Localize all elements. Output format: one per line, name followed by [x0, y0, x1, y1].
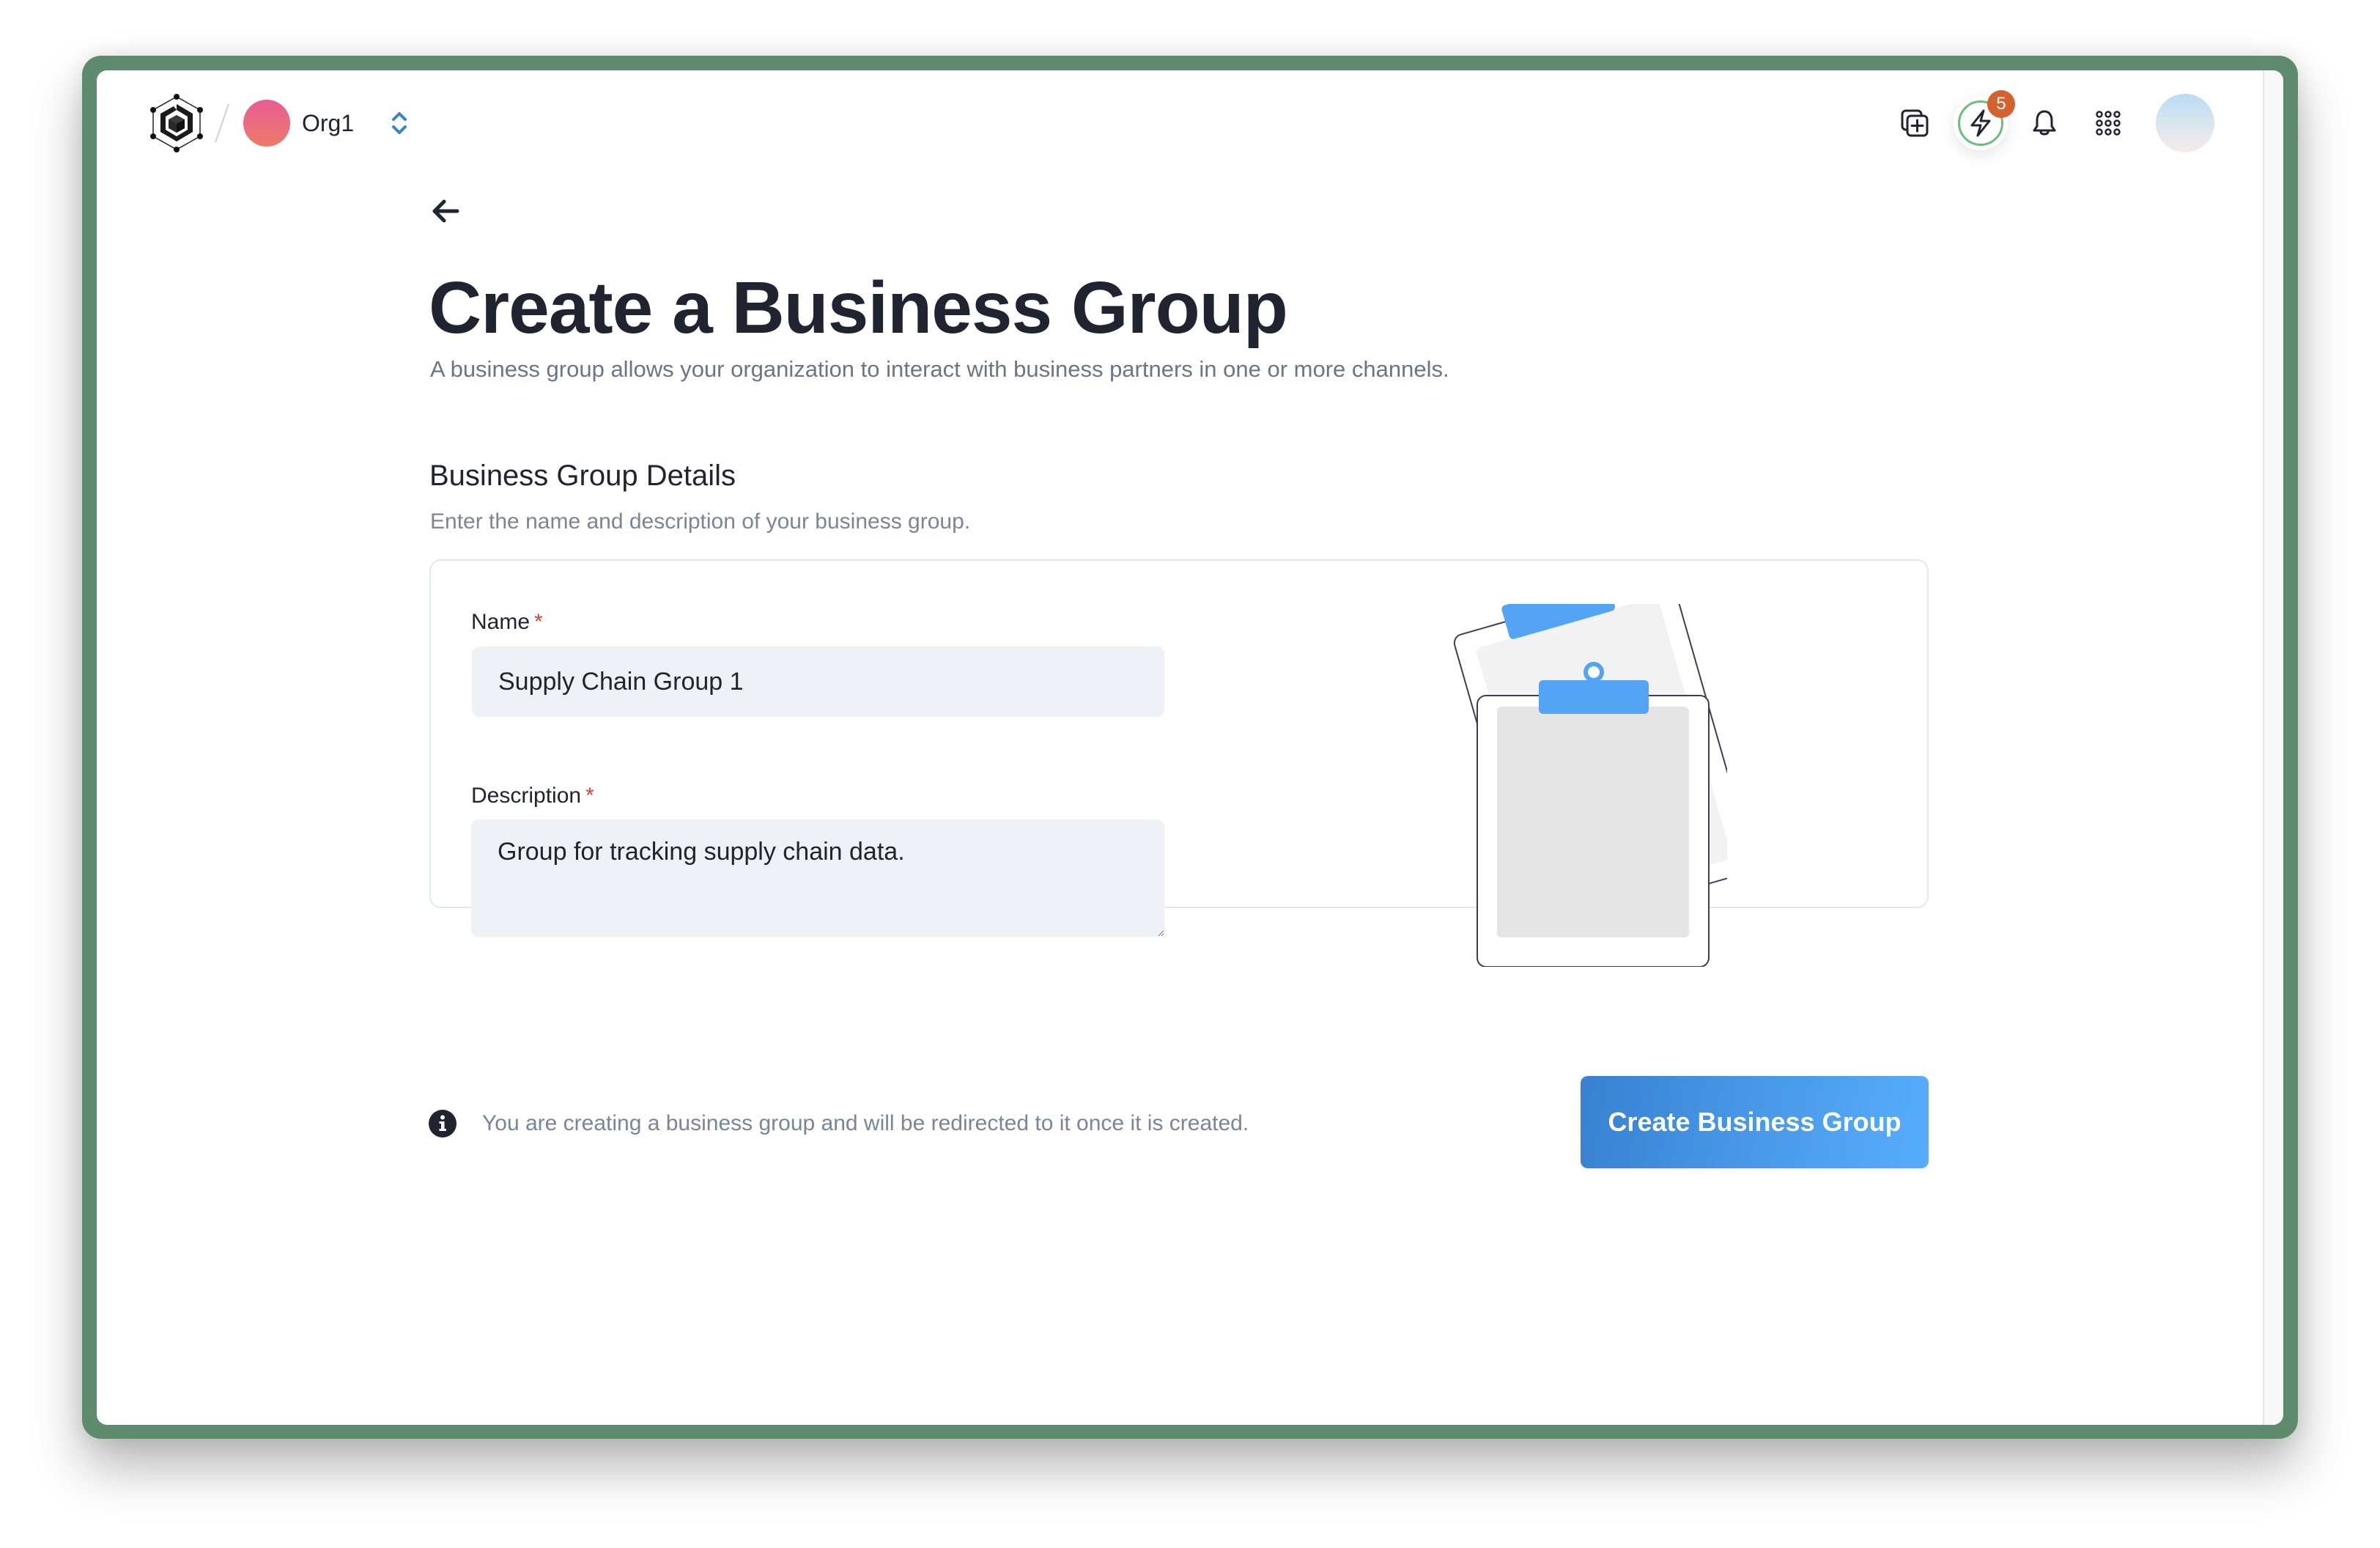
- description-textarea[interactable]: Group for tracking supply chain data.: [471, 819, 1164, 937]
- section-title: Business Group Details: [429, 460, 736, 492]
- org-name[interactable]: Org1: [302, 107, 354, 139]
- description-label-text: Description: [471, 784, 582, 808]
- name-label: Name *: [471, 608, 543, 636]
- notification-count-badge: 5: [1987, 90, 2015, 118]
- chevron-up-down-icon[interactable]: [390, 108, 409, 138]
- section-description: Enter the name and description of your b…: [430, 509, 971, 534]
- vertical-scrollbar[interactable]: [2263, 70, 2283, 1425]
- grid-dots-icon[interactable]: [2084, 99, 2132, 147]
- back-button[interactable]: [429, 196, 462, 226]
- required-mark: *: [585, 784, 594, 808]
- name-input[interactable]: [472, 646, 1164, 717]
- duplicate-plus-icon[interactable]: [1891, 99, 1939, 147]
- org-avatar[interactable]: [243, 100, 290, 147]
- info-circle-icon: [429, 1110, 457, 1138]
- description-label: Description *: [471, 782, 594, 810]
- clipboards-illustration: [1353, 575, 1754, 968]
- hexagon-cube-logo-icon[interactable]: [147, 94, 206, 152]
- name-label-text: Name: [471, 610, 531, 634]
- lightning-bolt-icon: [1970, 109, 1991, 137]
- required-mark: *: [534, 610, 543, 634]
- app-window: Org1 5 Create a Business Group A busines…: [97, 70, 2283, 1425]
- bell-icon[interactable]: [2020, 99, 2069, 147]
- create-business-group-button[interactable]: Create Business Group: [1581, 1076, 1929, 1168]
- user-avatar[interactable]: [2156, 94, 2214, 152]
- arrow-left-icon: [432, 199, 459, 223]
- page-title: Create a Business Group: [429, 267, 1288, 349]
- info-message: You are creating a business group and wi…: [482, 1111, 1249, 1135]
- page-subtitle: A business group allows your organizatio…: [430, 356, 1449, 382]
- breadcrumb-separator: [212, 103, 232, 144]
